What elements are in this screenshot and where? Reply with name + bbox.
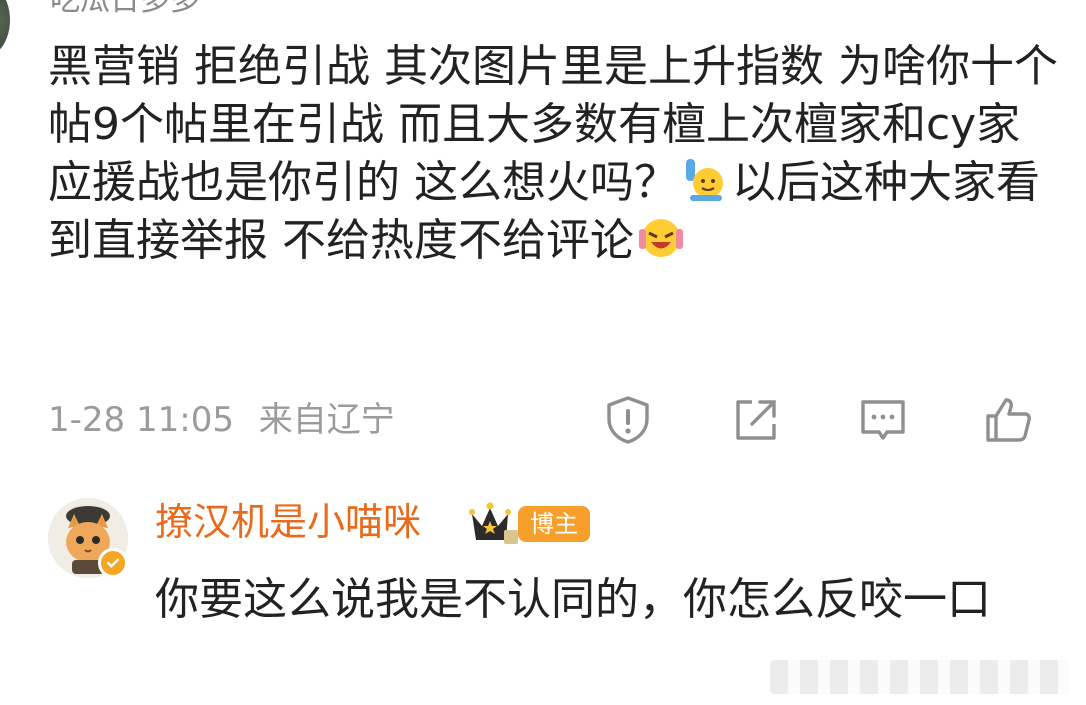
top-commenter-avatar[interactable] — [0, 0, 10, 56]
watermark — [770, 660, 1070, 694]
crown-icon — [469, 502, 518, 544]
comment-location: 来自辽宁 — [258, 400, 395, 440]
crying-laughing-emoji-icon — [639, 219, 683, 257]
verified-badge-icon — [98, 548, 128, 578]
comment-icon[interactable] — [855, 392, 911, 448]
report-icon[interactable] — [600, 392, 656, 448]
top-comment-text: 黑营销 拒绝引战 其次图片里是上升指数 为啥你十个帖9个帖里在引战 而且大多数有… — [48, 38, 1058, 270]
raising-hand-emoji-icon — [686, 159, 723, 201]
top-commenter-name[interactable]: 吃瓜日多多 — [50, 0, 200, 16]
reply-username[interactable]: 撩汉机是小喵咪 — [155, 498, 421, 546]
blogger-badge: 博主 — [518, 506, 590, 542]
like-icon[interactable] — [980, 392, 1036, 448]
comment-time: 1-28 11:05 — [48, 400, 234, 440]
share-icon[interactable] — [728, 392, 784, 448]
comment-meta: 1-28 11:05 来自辽宁 — [48, 398, 409, 442]
reply-text: 你要这么说我是不认同的，你怎么反咬一口 — [155, 574, 991, 625]
